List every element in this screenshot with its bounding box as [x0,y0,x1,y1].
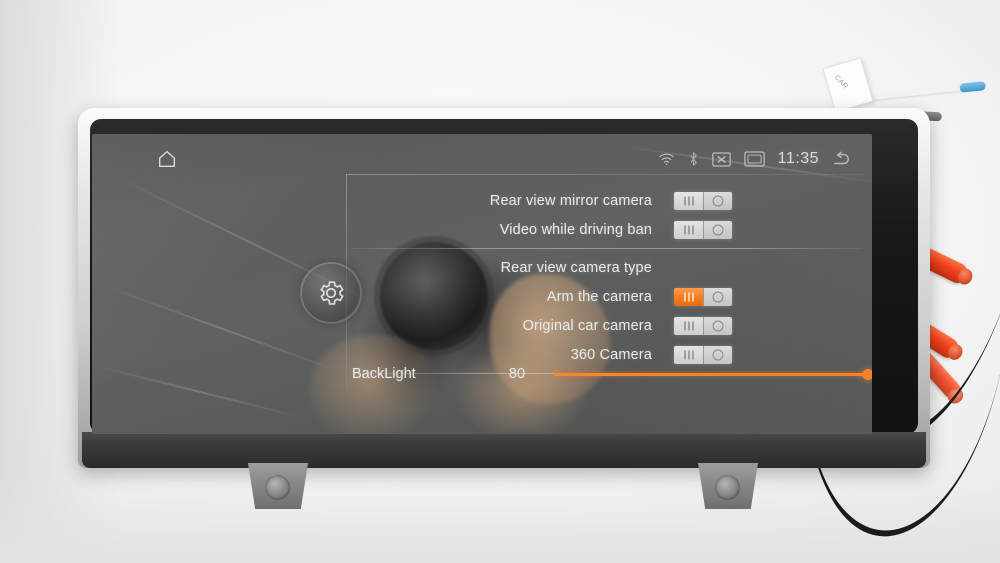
setting-label: Video while driving ban [499,221,652,238]
panel-top-rule [346,174,866,175]
mounting-foot-left [248,463,308,509]
backlight-value: 80 [508,366,526,382]
setting-row-rear-view-mirror-camera[interactable]: Rear view mirror camera [352,186,862,215]
backlight-row[interactable]: BackLight 80 [352,366,872,382]
display-icon[interactable] [743,151,765,167]
backlight-label: BackLight [352,366,416,382]
wire-label-text: CAR [832,74,849,91]
slider-thumb[interactable] [862,368,872,380]
switch-arm-the-camera[interactable] [674,287,732,306]
setting-label: Original car camera [522,317,652,334]
list-divider-top [352,248,862,249]
setting-label: Rear view camera type [500,259,652,276]
mounting-foot-right [698,463,758,509]
switch-360-camera[interactable] [674,345,732,364]
setting-label: Arm the camera [546,288,652,305]
setting-row-video-while-driving-ban[interactable]: Video while driving ban [352,215,862,244]
backlight-slider[interactable] [554,366,872,382]
home-icon[interactable] [154,146,180,172]
bluetooth-icon[interactable] [688,151,699,167]
switch-video-while-driving-ban[interactable] [674,220,732,239]
back-arrow-icon[interactable] [832,151,852,168]
gear-icon [320,281,344,305]
settings-list: Rear view mirror camera Video while driv… [352,186,862,378]
slider-fill [554,372,868,376]
setting-row-rear-view-camera-type[interactable]: Rear view camera type [352,253,862,282]
touchscreen-display[interactable]: 11:35 Rear view mirror camera Video whil… [92,134,872,434]
unit-chassis-bottom [82,432,926,468]
switch-original-car-camera[interactable] [674,316,732,335]
no-signal-x-icon[interactable] [711,151,731,167]
status-clock: 11:35 [777,150,819,167]
setting-row-original-car-camera[interactable]: Original car camera [352,311,862,340]
setting-row-360-camera[interactable]: 360 Camera [352,340,862,369]
setting-label: 360 Camera [570,346,652,363]
wifi-icon[interactable] [658,152,675,166]
setting-row-arm-the-camera[interactable]: Arm the camera [352,282,862,311]
status-bar-right: 11:35 [658,150,852,168]
switch-rear-view-mirror-camera[interactable] [674,191,732,210]
setting-label: Rear view mirror camera [489,192,652,209]
settings-screen-ui: 11:35 Rear view mirror camera Video whil… [92,134,872,434]
